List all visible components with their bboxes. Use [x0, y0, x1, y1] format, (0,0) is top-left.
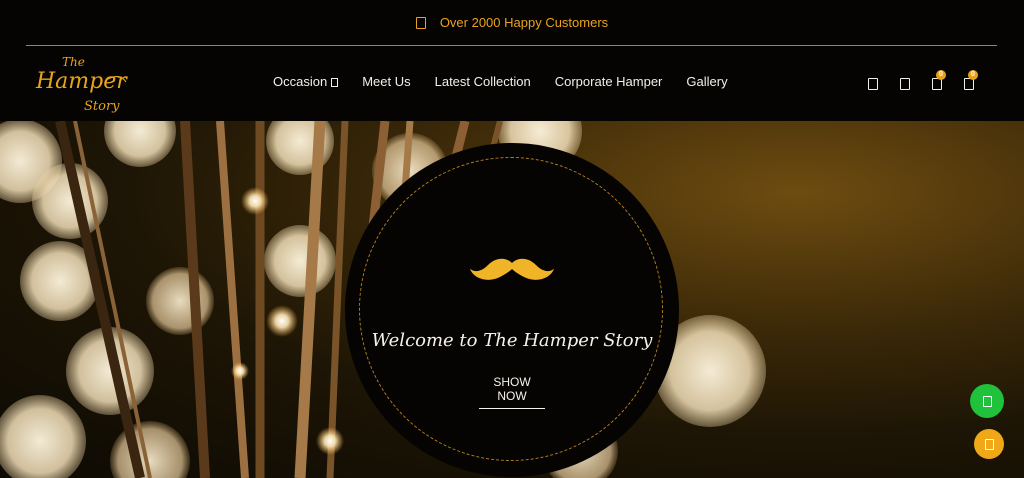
nav-gallery-label: Gallery: [686, 74, 728, 89]
nav-corporate-hamper[interactable]: Corporate Hamper: [555, 74, 663, 89]
nav-latest-collection-label: Latest Collection: [434, 74, 531, 89]
logo-line-3: Story: [84, 99, 120, 114]
nav-latest-collection[interactable]: Latest Collection: [435, 74, 531, 89]
user-icon[interactable]: [900, 78, 910, 90]
search-icon[interactable]: [868, 78, 878, 90]
show-now-label: Show Now: [493, 375, 531, 403]
nav-corporate-hamper-label: Corporate Hamper: [554, 74, 663, 89]
nav-meet-us-label: Meet Us: [362, 74, 411, 89]
logo-line-1: The: [62, 55, 85, 69]
announcement-bar: Over 2000 Happy Customers: [0, 0, 1024, 45]
nav-meet-us[interactable]: Meet Us: [362, 74, 410, 89]
mustache-icon: [470, 258, 554, 280]
logo-line-2: Hamper: [35, 69, 128, 94]
gift-icon: [415, 16, 426, 29]
hero-welcome-badge: Welcome to The Hamper Story Show Now: [345, 143, 679, 477]
nav-occasion[interactable]: Occasion: [273, 74, 339, 89]
site-header: The Hamper Story Occasion Meet Us Latest…: [0, 46, 1024, 121]
chevron-down-icon: [331, 78, 339, 87]
site-logo[interactable]: The Hamper Story: [34, 50, 130, 116]
show-now-button[interactable]: Show Now: [479, 375, 545, 409]
wishlist-icon[interactable]: 0: [932, 70, 946, 90]
cart-icon[interactable]: 0: [964, 70, 978, 90]
chat-button[interactable]: [974, 429, 1004, 459]
wishlist-count-badge: 0: [936, 70, 946, 80]
nav-occasion-label: Occasion: [273, 74, 328, 89]
badge-dashed-ring: [359, 157, 663, 461]
header-icons: 0 0: [868, 70, 996, 90]
whatsapp-button[interactable]: [970, 384, 1004, 418]
hero-welcome-text: Welcome to The Hamper Story: [371, 330, 653, 351]
chat-icon: [984, 438, 994, 450]
whatsapp-icon: [982, 395, 992, 407]
main-nav: Occasion Meet Us Latest Collection Corpo…: [273, 74, 752, 89]
nav-gallery[interactable]: Gallery: [686, 74, 727, 89]
cart-count-badge: 0: [968, 70, 978, 80]
announcement-text: Over 2000 Happy Customers: [439, 15, 609, 30]
